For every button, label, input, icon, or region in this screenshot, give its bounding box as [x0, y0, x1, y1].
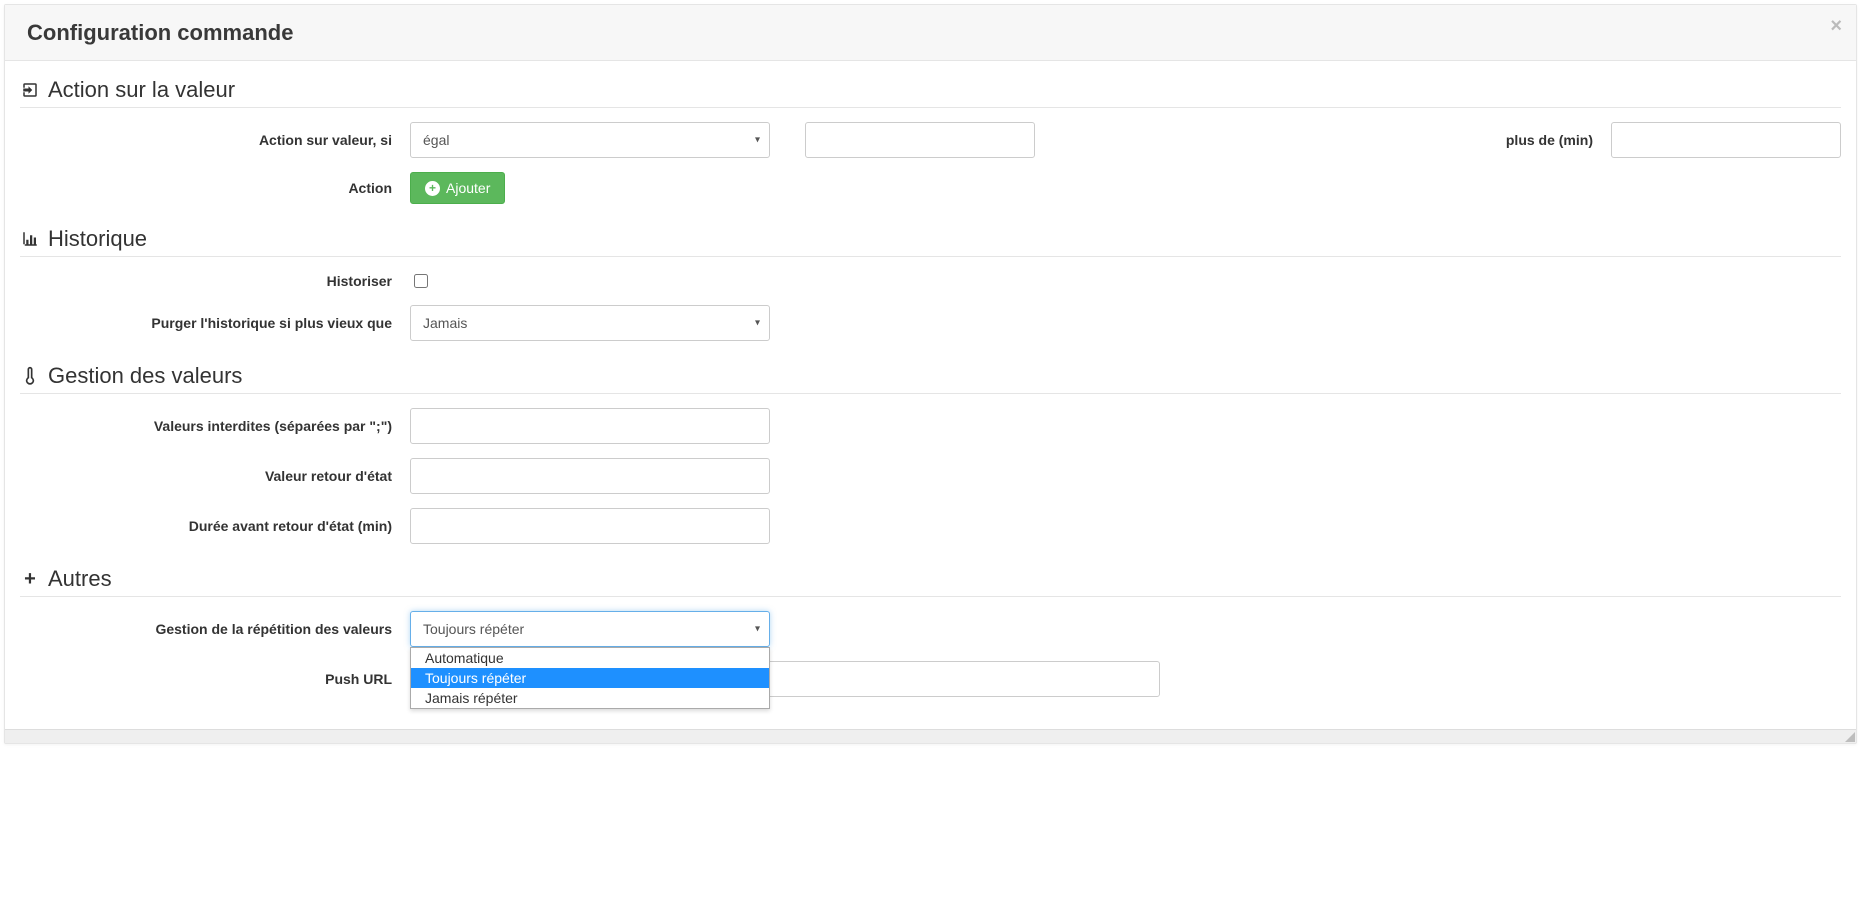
label-plus-de: plus de (min) [1431, 132, 1611, 148]
row-duree: Durée avant retour d'état (min) [20, 508, 1841, 544]
dropdown-repetition: Automatique Toujours répéter Jamais répé… [410, 647, 770, 709]
bar-chart-icon [20, 230, 40, 248]
modal-body: Action sur la valeur Action sur valeur, … [5, 61, 1856, 741]
label-duree: Durée avant retour d'état (min) [20, 518, 410, 534]
modal-title: Configuration commande [27, 20, 293, 45]
plus-circle-icon: + [425, 181, 440, 196]
label-action-si: Action sur valeur, si [20, 132, 410, 148]
row-purger: Purger l'historique si plus vieux que Ja… [20, 305, 1841, 341]
select-purger[interactable]: Jamais [410, 305, 770, 341]
close-icon[interactable]: × [1830, 15, 1842, 38]
dropdown-option[interactable]: Toujours répéter [411, 668, 769, 688]
section-title-text: Gestion des valeurs [48, 363, 242, 389]
input-action-value[interactable] [805, 122, 1035, 158]
label-historiser: Historiser [20, 273, 410, 289]
input-interdites[interactable] [410, 408, 770, 444]
section-title-text: Autres [48, 566, 112, 592]
select-repetition[interactable]: Toujours répéter [410, 611, 770, 647]
row-push-url: Push URL [20, 661, 1841, 697]
section-history: Historique [20, 218, 1841, 257]
row-repetition: Gestion de la répétition des valeurs Tou… [20, 611, 1841, 647]
modal-header: Configuration commande × [5, 5, 1856, 61]
section-values: Gestion des valeurs [20, 355, 1841, 394]
thermometer-icon [20, 366, 40, 386]
label-push-url: Push URL [20, 671, 410, 687]
label-purger: Purger l'historique si plus vieux que [20, 315, 410, 331]
input-retour[interactable] [410, 458, 770, 494]
row-interdites: Valeurs interdites (séparées par ";") [20, 408, 1841, 444]
row-action-si: Action sur valeur, si égal plus de (min) [20, 122, 1841, 158]
label-interdites: Valeurs interdites (séparées par ";") [20, 418, 410, 434]
section-action-value: Action sur la valeur [20, 69, 1841, 108]
label-retour: Valeur retour d'état [20, 468, 410, 484]
add-button[interactable]: + Ajouter [410, 172, 505, 204]
label-action: Action [20, 180, 410, 196]
row-historiser: Historiser [20, 271, 1841, 291]
resize-bar[interactable] [5, 729, 1856, 743]
section-title-text: Historique [48, 226, 147, 252]
input-duree[interactable] [410, 508, 770, 544]
plus-icon: + [20, 568, 40, 591]
dropdown-option[interactable]: Automatique [411, 648, 769, 668]
label-repetition: Gestion de la répétition des valeurs [20, 621, 410, 637]
sign-out-icon [20, 81, 40, 99]
select-action-si[interactable]: égal [410, 122, 770, 158]
dropdown-option[interactable]: Jamais répéter [411, 688, 769, 708]
input-plus-de[interactable] [1611, 122, 1841, 158]
add-button-label: Ajouter [446, 180, 490, 196]
modal: Configuration commande × Action sur la v… [4, 4, 1857, 744]
row-action: Action + Ajouter [20, 172, 1841, 204]
section-title-text: Action sur la valeur [48, 77, 235, 103]
row-retour: Valeur retour d'état [20, 458, 1841, 494]
checkbox-historiser[interactable] [414, 274, 428, 288]
section-autres: + Autres [20, 558, 1841, 597]
